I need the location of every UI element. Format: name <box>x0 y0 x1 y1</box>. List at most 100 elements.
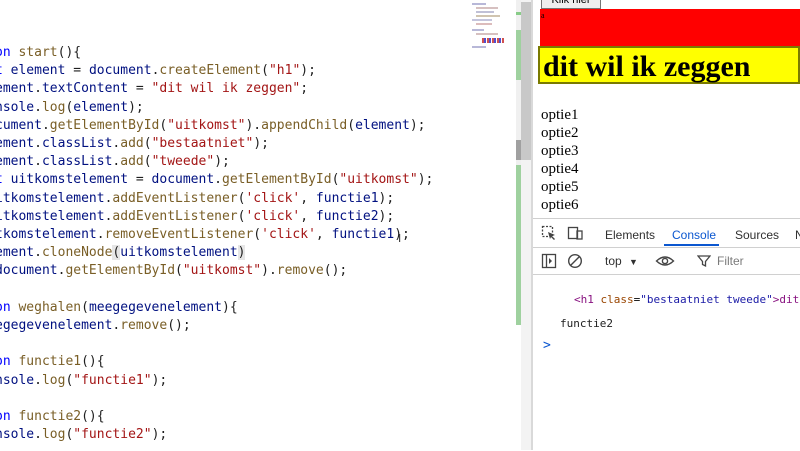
code-token: addEventListener <box>112 208 238 224</box>
active-tab-indicator <box>664 244 719 246</box>
filter-placeholder: Filter <box>717 254 744 268</box>
code-token: ; <box>300 81 309 97</box>
code-token: t <box>0 172 11 187</box>
live-expression-eye-icon[interactable] <box>655 253 675 269</box>
code-token: add <box>120 136 144 151</box>
code-token: , <box>315 227 332 242</box>
code-token: , <box>300 190 316 206</box>
code-line[interactable]: tkomstelement.removeEventListener('click… <box>0 226 410 244</box>
code-token: log <box>41 427 66 443</box>
inspect-element-icon[interactable] <box>541 225 557 241</box>
code-token: add <box>120 154 144 170</box>
klik-hier-button[interactable]: Klik hier <box>541 0 601 9</box>
code-token: functie2 <box>315 208 379 224</box>
log-attr-value: "bestaatniet tweede" <box>640 293 773 306</box>
code-token: log <box>41 372 66 388</box>
code-token: "uitkomst" <box>167 117 246 133</box>
code-line[interactable]: t element = document.createElement("h1")… <box>0 62 316 80</box>
code-line[interactable]: egegevenelement.remove(); <box>0 317 191 335</box>
log-tag-open: <h1 <box>574 293 594 306</box>
code-token: . <box>96 227 105 242</box>
code-line[interactable]: ement.cloneNode(uitkomstelement) <box>0 244 246 262</box>
code-token: document <box>88 63 152 79</box>
code-line[interactable]: on weghalen(meegegevenelement){ <box>0 299 238 317</box>
heading-h1: dit wil ik zeggen <box>543 50 751 83</box>
code-token: functie2 <box>18 409 82 424</box>
console-log-element[interactable]: <h1 class="bestaatniet tweede">dit w <box>574 293 800 306</box>
code-line[interactable]: document.getElementById("uitkomst").remo… <box>0 262 347 280</box>
code-token: appendChild <box>261 117 348 133</box>
tab-elements[interactable]: Elements <box>605 228 655 242</box>
code-token: (){ <box>81 354 105 370</box>
code-line[interactable]: nsole.log(element); <box>0 99 144 117</box>
clear-console-icon[interactable] <box>567 253 583 269</box>
filter-input[interactable]: Filter <box>717 254 744 268</box>
code-line[interactable]: itkomstelement.addEventListener('click',… <box>0 190 394 208</box>
code-line[interactable]: nsole.log("functie2"); <box>0 426 167 444</box>
option-item: optie1 <box>541 107 579 123</box>
code-token: on <box>0 299 11 315</box>
code-token: ( <box>81 299 89 315</box>
log-attr-name: class <box>600 293 634 306</box>
code-token: ement <box>0 245 35 261</box>
option-item: optie2 <box>541 125 579 141</box>
code-token: (); <box>167 318 191 333</box>
code-token: classList <box>41 136 113 151</box>
code-token: ); <box>151 427 168 443</box>
device-toolbar-icon[interactable] <box>567 225 583 241</box>
log-tag-tail: >dit w <box>772 293 800 306</box>
context-select[interactable]: top ▼ <box>605 254 638 268</box>
code-token: . <box>41 117 50 133</box>
code-token: "uitkomst" <box>339 172 418 188</box>
code-token: on <box>0 45 11 60</box>
code-token: (); <box>323 263 348 279</box>
minimap[interactable] <box>462 0 514 58</box>
code-token: on <box>0 354 11 370</box>
code-token: t <box>0 63 11 78</box>
code-token: nsole <box>0 99 35 115</box>
code-token: ement <box>0 136 35 151</box>
tab-sources[interactable]: Sources <box>735 228 779 242</box>
red-box: a <box>540 9 800 47</box>
code-token: ( <box>253 227 262 242</box>
code-line[interactable]: ement.classList.add("bestaatniet"); <box>0 135 269 153</box>
code-token: document <box>151 172 215 188</box>
tab-console[interactable]: Console <box>672 228 716 242</box>
code-token: functie1 <box>18 354 82 370</box>
code-token: remove <box>276 263 324 279</box>
code-token: . <box>214 172 222 188</box>
code-token: element <box>73 99 129 115</box>
code-line[interactable]: nsole.log("functie1"); <box>0 372 167 390</box>
code-token: "bestaatniet" <box>151 136 254 151</box>
code-token: "tweede" <box>151 154 215 170</box>
code-token: tkomstelement <box>0 227 97 242</box>
code-token: element <box>10 63 66 79</box>
tab-network[interactable]: N <box>795 228 800 242</box>
code-line[interactable]: t uitkomstelement = document.getElementB… <box>0 171 433 189</box>
code-line[interactable]: itkomstelement.addEventListener('click',… <box>0 208 394 226</box>
scrollbar-thumb[interactable] <box>521 2 531 160</box>
code-line[interactable]: on start(){ <box>0 44 81 62</box>
code-token: ); <box>128 99 144 115</box>
sidebar-toggle-icon[interactable] <box>541 253 557 269</box>
code-line[interactable]: on functie1(){ <box>0 353 105 371</box>
uitkomst-container[interactable]: dit wil ik zeggen <box>538 46 800 84</box>
code-token: getElementById <box>49 117 160 133</box>
code-token: functie1 <box>331 227 395 242</box>
code-editor[interactable]: on start(){t element = document.createEl… <box>0 0 531 450</box>
code-token: uitkomstelement <box>120 245 238 261</box>
code-line[interactable]: cument.getElementById ("uitkomst").append… <box>0 117 426 135</box>
code-line[interactable]: ement.classList.add("tweede"); <box>0 153 230 171</box>
console-toolbar: top ▼ Filter <box>533 248 800 275</box>
code-token: cument <box>0 117 42 133</box>
code-line[interactable]: ement.textContent = "dit wil ik zeggen"; <box>0 80 308 98</box>
code-line[interactable]: on functie2(){ <box>0 408 105 426</box>
code-token: ); <box>417 172 434 188</box>
code-token: = <box>128 81 152 97</box>
options-list: optie1 optie2 optie3 optie4 optie5 optie6 <box>541 106 579 214</box>
console-prompt[interactable]: > <box>543 338 551 353</box>
option-item: optie3 <box>541 143 579 159</box>
code-token: . <box>34 372 42 388</box>
code-token: ) <box>237 245 246 261</box>
editor-scrollbar[interactable] <box>521 0 531 450</box>
